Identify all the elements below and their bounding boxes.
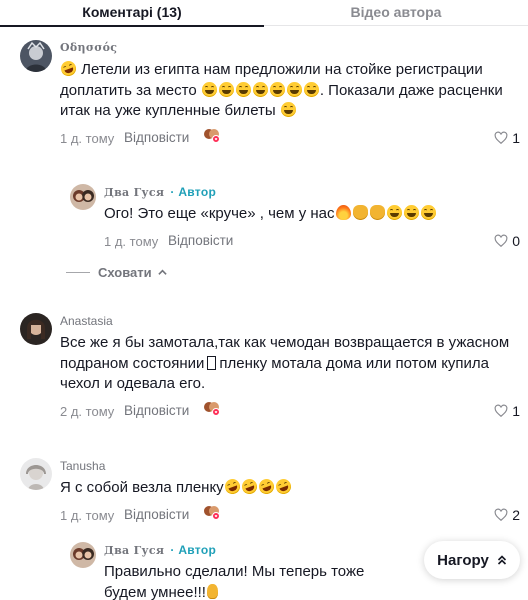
heart-icon — [494, 234, 508, 247]
like-count: 1 — [512, 402, 520, 419]
clap-emoji-icon — [369, 205, 385, 220]
ok-hand-emoji-icon — [206, 583, 218, 599]
comment-username[interactable]: Tanusha — [60, 458, 520, 474]
reply-meta: 1 д. тому Відповісти 0 — [104, 232, 520, 252]
reply-username-text[interactable]: Два Гуся — [104, 544, 164, 557]
author-badge: · Автор — [170, 185, 217, 199]
avatar[interactable] — [20, 40, 52, 72]
comment-item: Οδησσός Летели из египта нам предложили … — [20, 40, 520, 170]
grin-emoji-icon — [218, 81, 234, 97]
comments-tabs: Коментарі (13) Відео автора — [0, 0, 528, 27]
unknown-glyph-icon — [207, 355, 217, 370]
comment-text: Летели из египта нам предложили на стойк… — [58, 58, 520, 122]
scroll-top-label: Нагору — [437, 551, 489, 569]
heart-icon — [494, 131, 508, 144]
grin-emoji-icon — [280, 102, 296, 117]
reply-text: Правильно сделали! Мы теперь тоже будем … — [104, 563, 365, 600]
reply-button[interactable]: Відповісти — [124, 403, 189, 418]
divider — [66, 271, 90, 273]
grin-emoji-icon — [420, 205, 436, 220]
reply-text: Ого! Это еще «круче» , чем у нас — [104, 204, 520, 225]
rofl-emoji-icon — [273, 476, 293, 497]
comment-username[interactable]: Οδησσός — [60, 40, 520, 56]
fire-emoji-icon — [335, 205, 351, 220]
grin-emoji-icon — [303, 81, 319, 97]
tab-author-videos[interactable]: Відео автора — [264, 0, 528, 26]
like-count: 1 — [512, 129, 520, 146]
comment-time: 2 д. тому — [60, 403, 115, 419]
grin-emoji-icon — [286, 81, 302, 97]
comment-time: 1 д. тому — [60, 130, 115, 146]
like-button[interactable]: 1 — [494, 403, 520, 419]
avatar[interactable] — [20, 313, 52, 345]
rofl-emoji-icon — [256, 476, 276, 497]
creator-liked-icon — [203, 400, 223, 418]
comment-item: Anastasia Все же я бы замотала,так как ч… — [20, 313, 520, 423]
comment-username[interactable]: Anastasia — [60, 313, 520, 329]
reply-button[interactable]: Відповісти — [124, 507, 189, 522]
comment-text: Я с собой везла пленку — [60, 476, 520, 499]
scroll-top-button[interactable]: Нагору — [424, 541, 520, 579]
like-button[interactable]: 2 — [494, 507, 520, 523]
reply-item: Два Гуся · Автор Ого! Это еще «круче» , … — [70, 184, 520, 254]
tab-comments[interactable]: Коментарі (13) — [0, 0, 264, 27]
rofl-emoji-icon — [239, 476, 259, 497]
heart-icon — [494, 508, 508, 521]
like-count: 0 — [512, 232, 520, 249]
grin-emoji-icon — [235, 81, 251, 97]
comment-text: Все же я бы замотала,так как чемодан воз… — [60, 334, 510, 392]
avatar[interactable] — [20, 458, 52, 490]
creator-liked-icon — [203, 504, 223, 522]
hide-replies-label: Сховати — [98, 264, 152, 280]
reply-button[interactable]: Відповісти — [168, 233, 233, 248]
comment-meta: 2 д. тому Відповісти 1 — [60, 400, 520, 422]
clap-emoji-icon — [352, 205, 368, 220]
heart-icon — [494, 404, 508, 417]
grin-emoji-icon — [201, 81, 217, 97]
avatar[interactable] — [70, 542, 96, 568]
author-badge: · Автор — [170, 543, 217, 557]
reply-username: Два Гуся · Автор — [104, 184, 520, 200]
like-button[interactable]: 1 — [494, 130, 520, 146]
double-chevron-up-icon — [497, 555, 506, 565]
reply-button[interactable]: Відповісти — [124, 130, 189, 145]
comment-meta: 1 д. тому Відповісти 1 — [60, 127, 520, 149]
reply-username-text[interactable]: Два Гуся — [104, 186, 164, 199]
grin-emoji-icon — [252, 81, 268, 97]
comment-meta: 1 д. тому Відповісти 2 — [60, 504, 520, 526]
grin-emoji-icon — [386, 205, 402, 220]
grin-emoji-icon — [269, 81, 285, 97]
like-count: 2 — [512, 506, 520, 523]
comment-item: Tanusha Я с собой везла пленку 1 д. тому… — [20, 458, 520, 528]
chevron-up-icon — [157, 269, 167, 275]
grin-emoji-icon — [403, 205, 419, 220]
avatar[interactable] — [70, 184, 96, 210]
rofl-emoji-icon — [58, 58, 79, 79]
reply-time: 1 д. тому — [104, 233, 159, 249]
creator-liked-icon — [203, 127, 223, 145]
like-button[interactable]: 0 — [494, 233, 520, 249]
hide-replies-button[interactable]: Сховати — [66, 263, 167, 281]
comment-time: 1 д. тому — [60, 507, 115, 523]
rofl-emoji-icon — [222, 476, 242, 497]
